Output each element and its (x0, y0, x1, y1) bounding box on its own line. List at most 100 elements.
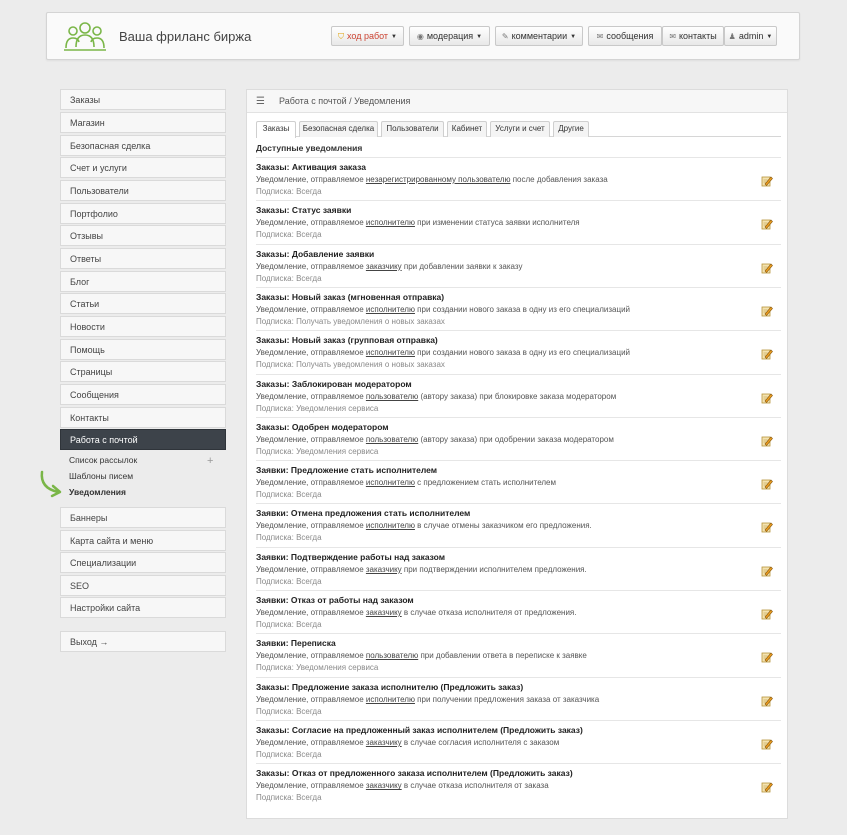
edit-icon[interactable] (761, 175, 773, 187)
logout-button[interactable]: Выход → (60, 631, 226, 652)
sidebar-item-safe-deal[interactable]: Безопасная сделка (60, 135, 226, 156)
sidebar-item-news[interactable]: Новости (60, 316, 226, 337)
recipient-link[interactable]: заказчику (366, 608, 402, 617)
tab-safe-deal[interactable]: Безопасная сделка (299, 121, 378, 137)
admin-menu-button[interactable]: ♟ admin ▼ (724, 26, 777, 46)
sidebar-item-answers[interactable]: Ответы (60, 248, 226, 269)
description-prefix: Уведомление, отправляемое (256, 608, 366, 617)
notification-description: Уведомление, отправляемое заказчику в сл… (256, 738, 559, 747)
sidebar-subitem-notifications[interactable]: Уведомления (69, 486, 126, 498)
recipient-link[interactable]: заказчику (366, 738, 402, 747)
menu-icon[interactable]: ☰ (256, 96, 265, 107)
edit-icon[interactable] (761, 521, 773, 533)
recipient-link[interactable]: исполнителю (366, 695, 415, 704)
recipient-link[interactable]: заказчику (366, 262, 402, 271)
sidebar-item-specializations[interactable]: Специализации (60, 552, 226, 573)
notification-description: Уведомление, отправляемое пользователю (… (256, 392, 616, 401)
recipient-link[interactable]: пользователю (366, 651, 418, 660)
edit-icon[interactable] (761, 305, 773, 317)
comments-menu-button[interactable]: ✎ комментарии ▼ (495, 26, 583, 46)
sidebar-item-seo[interactable]: SEO (60, 575, 226, 596)
edit-icon[interactable] (761, 781, 773, 793)
edit-icon[interactable] (761, 738, 773, 750)
tab-orders[interactable]: Заказы (256, 121, 296, 138)
edit-icon[interactable] (761, 608, 773, 620)
sidebar-item-blog[interactable]: Блог (60, 271, 226, 292)
recipient-link[interactable]: заказчику (366, 565, 402, 574)
sidebar-item-sitemap[interactable]: Карта сайта и меню (60, 530, 226, 551)
edit-icon[interactable] (761, 218, 773, 230)
subscription-label: Подписка: Всегда (256, 793, 322, 803)
edit-icon[interactable] (761, 262, 773, 274)
main-panel: ☰ Работа с почтой / Уведомления Заказы Б… (246, 89, 788, 819)
sidebar-item-reviews[interactable]: Отзывы (60, 225, 226, 246)
edit-icon[interactable] (761, 651, 773, 663)
plus-icon[interactable]: + (207, 455, 213, 467)
sidebar-item-articles[interactable]: Статьи (60, 293, 226, 314)
sidebar-item-banners[interactable]: Баннеры (60, 507, 226, 528)
messages-button[interactable]: ✉ сообщения (588, 26, 662, 46)
table-row: Заказы: Заблокирован модератором Уведомле… (256, 373, 781, 417)
site-title[interactable]: Ваша фриланс биржа (119, 29, 251, 44)
edit-icon[interactable] (761, 348, 773, 360)
recipient-link[interactable]: исполнителю (366, 521, 415, 530)
progress-menu-button[interactable]: ⛉ ход работ ▼ (331, 26, 404, 46)
description-suffix: при изменении статуса заявки исполнителя (414, 218, 580, 228)
edit-icon[interactable] (761, 435, 773, 447)
sidebar-item-mail[interactable]: Работа с почтой (60, 429, 226, 450)
notification-title: Заказы: Новый заказ (мгновенная отправка… (256, 291, 445, 302)
moderation-menu-button[interactable]: ◉ модерация ▼ (409, 26, 490, 46)
description-suffix: с предложением стать исполнителем (414, 478, 557, 488)
tab-users[interactable]: Пользователи (381, 121, 444, 137)
recipient-link[interactable]: исполнителю (366, 218, 415, 227)
sidebar-item-settings[interactable]: Настройки сайта (60, 597, 226, 618)
sidebar-item-messages[interactable]: Сообщения (60, 384, 226, 405)
notification-title: Заявки: Переписка (256, 638, 336, 649)
subscription-label: Подписка: Уведомления сервиса (256, 403, 379, 413)
contacts-button[interactable]: ✉ контакты (662, 26, 724, 46)
notification-title: Заявки: Предложение стать исполнителем (256, 465, 438, 476)
sidebar-item-billing[interactable]: Счет и услуги (60, 157, 226, 178)
subscription-label: Подписка: Уведомления сервиса (256, 446, 379, 456)
edit-icon[interactable] (761, 392, 773, 404)
description-suffix: после добавления заказа (510, 175, 608, 184)
recipient-link[interactable]: исполнителю (366, 348, 415, 357)
sidebar-item-orders[interactable]: Заказы (60, 89, 226, 110)
sidebar-subitem-mailing-lists[interactable]: Список рассылок (69, 454, 137, 466)
breadcrumb: Работа с почтой / Уведомления (279, 96, 411, 106)
notification-description: Уведомление, отправляемое исполнителю пр… (256, 305, 630, 314)
description-suffix: при добавлении ответа в переписке к заяв… (418, 651, 587, 661)
edit-icon[interactable] (761, 695, 773, 707)
subscription-label: Подписка: Получать уведомления о новых з… (256, 360, 445, 370)
subscription-label: Подписка: Всегда (256, 187, 322, 196)
logo-icon[interactable] (62, 19, 108, 55)
recipient-link[interactable]: пользователю (366, 435, 418, 444)
tab-services[interactable]: Услуги и счет (490, 121, 550, 137)
sidebar-item-help[interactable]: Помощь (60, 339, 226, 360)
sidebar-item-users[interactable]: Пользователи (60, 180, 226, 201)
notification-title: Заказы: Отказ от предложенного заказа ис… (256, 768, 573, 779)
sidebar-subitem-templates[interactable]: Шаблоны писем (69, 470, 133, 482)
edit-icon[interactable] (761, 478, 773, 490)
eye-icon: ◉ (416, 32, 424, 41)
recipient-link[interactable]: заказчику (366, 781, 402, 790)
table-row: Заказы: Добавление заявки Уведомление, от… (256, 243, 781, 287)
description-suffix: при получении предложения заказа от зака… (414, 694, 600, 704)
description-prefix: Уведомление, отправляемое (256, 434, 366, 444)
chevron-down-icon: ▼ (570, 34, 577, 40)
subscription-label: Подписка: Получать уведомления о новых з… (256, 316, 445, 326)
recipient-link[interactable]: незарегистрированному пользователю (366, 175, 511, 184)
recipient-link[interactable]: исполнителю (366, 305, 415, 314)
panel-header: ☰ Работа с почтой / Уведомления (247, 90, 787, 113)
sidebar-item-contacts[interactable]: Контакты (60, 407, 226, 428)
description-prefix: Уведомление, отправляемое (256, 348, 366, 358)
edit-icon[interactable] (761, 565, 773, 577)
description-prefix: Уведомление, отправляемое (256, 218, 366, 228)
sidebar-item-shop[interactable]: Магазин (60, 112, 226, 133)
tab-cabinet[interactable]: Кабинет (447, 121, 487, 137)
tab-other[interactable]: Другие (553, 121, 589, 137)
sidebar-item-portfolio[interactable]: Портфолио (60, 203, 226, 224)
recipient-link[interactable]: исполнителю (366, 478, 415, 487)
recipient-link[interactable]: пользователю (366, 392, 418, 401)
sidebar-item-pages[interactable]: Страницы (60, 361, 226, 382)
